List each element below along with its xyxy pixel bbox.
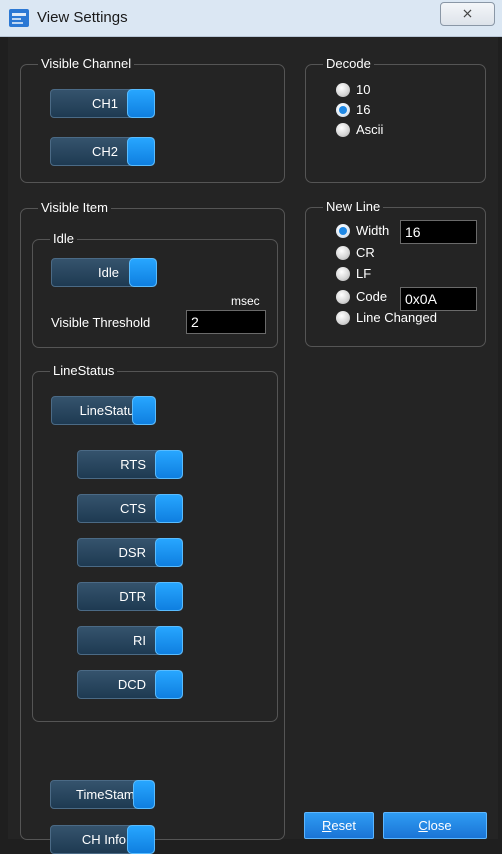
reset-accelerator: R — [322, 818, 332, 833]
idle-group: Idle Idle msec Visible Threshold 2 — [32, 231, 278, 348]
decode-option-label: 16 — [356, 102, 371, 117]
rts-toggle[interactable]: RTS — [77, 450, 183, 479]
close-accelerator: C — [418, 818, 428, 833]
radio-icon — [336, 290, 350, 304]
radio-icon — [336, 311, 350, 325]
ch1-label: CH1 — [91, 96, 118, 111]
title-bar: View Settings ⨯ — [0, 0, 502, 37]
dcd-label: DCD — [117, 677, 146, 692]
threshold-unit: msec — [231, 294, 260, 308]
dsr-toggle[interactable]: DSR — [77, 538, 183, 567]
visible-item-group: Visible Item Idle Idle msec Visible Thre… — [20, 200, 285, 854]
window-title: View Settings — [37, 9, 128, 26]
radio-selected-icon — [336, 224, 350, 238]
dtr-label: DTR — [119, 589, 146, 604]
rts-toggle-knob — [155, 450, 183, 479]
newline-option-label: CR — [356, 245, 375, 260]
ch-info-toggle-knob — [127, 825, 155, 854]
newline-option-label: LF — [356, 266, 372, 281]
linestatus-toggle[interactable]: LineStatus — [51, 396, 156, 425]
dcd-toggle[interactable]: DCD — [77, 670, 183, 699]
idle-toggle[interactable]: Idle — [51, 258, 157, 287]
cts-label: CTS — [120, 501, 146, 516]
ch2-label: CH2 — [91, 144, 118, 159]
close-icon[interactable]: ⨯ — [440, 2, 495, 26]
dsr-toggle-knob — [155, 538, 183, 567]
ch1-toggle[interactable]: CH1 — [50, 89, 155, 118]
visible-item-legend: Visible Item — [38, 200, 111, 216]
close-label: lose — [427, 818, 452, 833]
decode-group: Decode 10 16 Ascii — [305, 56, 486, 183]
visible-threshold-input[interactable]: 2 — [186, 310, 266, 334]
rts-label: RTS — [120, 457, 146, 472]
new-line-legend: New Line — [323, 199, 384, 215]
ri-label: RI — [133, 633, 146, 648]
radio-icon — [336, 123, 350, 137]
cts-toggle-knob — [155, 494, 183, 523]
decode-legend: Decode — [323, 56, 374, 72]
threshold-label: Visible Threshold — [51, 315, 151, 330]
reset-label: eset — [331, 818, 356, 833]
decode-option-label: 10 — [356, 82, 371, 97]
dialog-body: Visible Channel CH1 CH2 Decode 10 16 Asc… — [8, 37, 498, 854]
timestamp-toggle[interactable]: TimeStamp — [50, 780, 155, 809]
idle-toggle-label: Idle — [98, 265, 119, 280]
app-window-icon — [9, 9, 29, 27]
radio-icon — [336, 83, 350, 97]
code-input[interactable]: 0x0A — [400, 287, 477, 311]
visible-channel-group: Visible Channel CH1 CH2 — [20, 56, 285, 183]
dtr-toggle[interactable]: DTR — [77, 582, 183, 611]
cts-toggle[interactable]: CTS — [77, 494, 183, 523]
width-input[interactable]: 16 — [400, 220, 477, 244]
newline-option-label: Width — [356, 223, 390, 238]
linestatus-legend: LineStatus — [50, 363, 118, 379]
linestatus-group: LineStatus LineStatus RTS CTS DSR DTR RI… — [32, 363, 278, 722]
reset-button[interactable]: Reset — [304, 812, 374, 839]
newline-option-label: Code — [356, 289, 388, 304]
radio-icon — [336, 246, 350, 260]
ch-info-toggle-label: CH Info — [81, 832, 126, 847]
ri-toggle[interactable]: RI — [77, 626, 183, 655]
dcd-toggle-knob — [155, 670, 183, 699]
ch2-toggle[interactable]: CH2 — [50, 137, 155, 166]
linestatus-toggle-knob — [132, 396, 156, 425]
radio-selected-icon — [336, 103, 350, 117]
radio-icon — [336, 267, 350, 281]
dtr-toggle-knob — [155, 582, 183, 611]
dsr-label: DSR — [118, 545, 146, 560]
decode-option-label: Ascii — [356, 122, 384, 137]
visible-channel-legend: Visible Channel — [38, 56, 135, 72]
idle-legend: Idle — [50, 231, 77, 247]
ch1-toggle-knob — [127, 89, 155, 118]
close-button[interactable]: Close — [383, 812, 487, 839]
idle-toggle-knob — [129, 258, 157, 287]
newline-option-label: Line Changed — [356, 310, 437, 325]
ch2-toggle-knob — [127, 137, 155, 166]
timestamp-toggle-knob — [133, 780, 155, 809]
ch-info-toggle[interactable]: CH Info — [50, 825, 155, 854]
ri-toggle-knob — [155, 626, 183, 655]
new-line-group: New Line Width 16 CR LF Code 0x0A Line C… — [305, 199, 486, 347]
